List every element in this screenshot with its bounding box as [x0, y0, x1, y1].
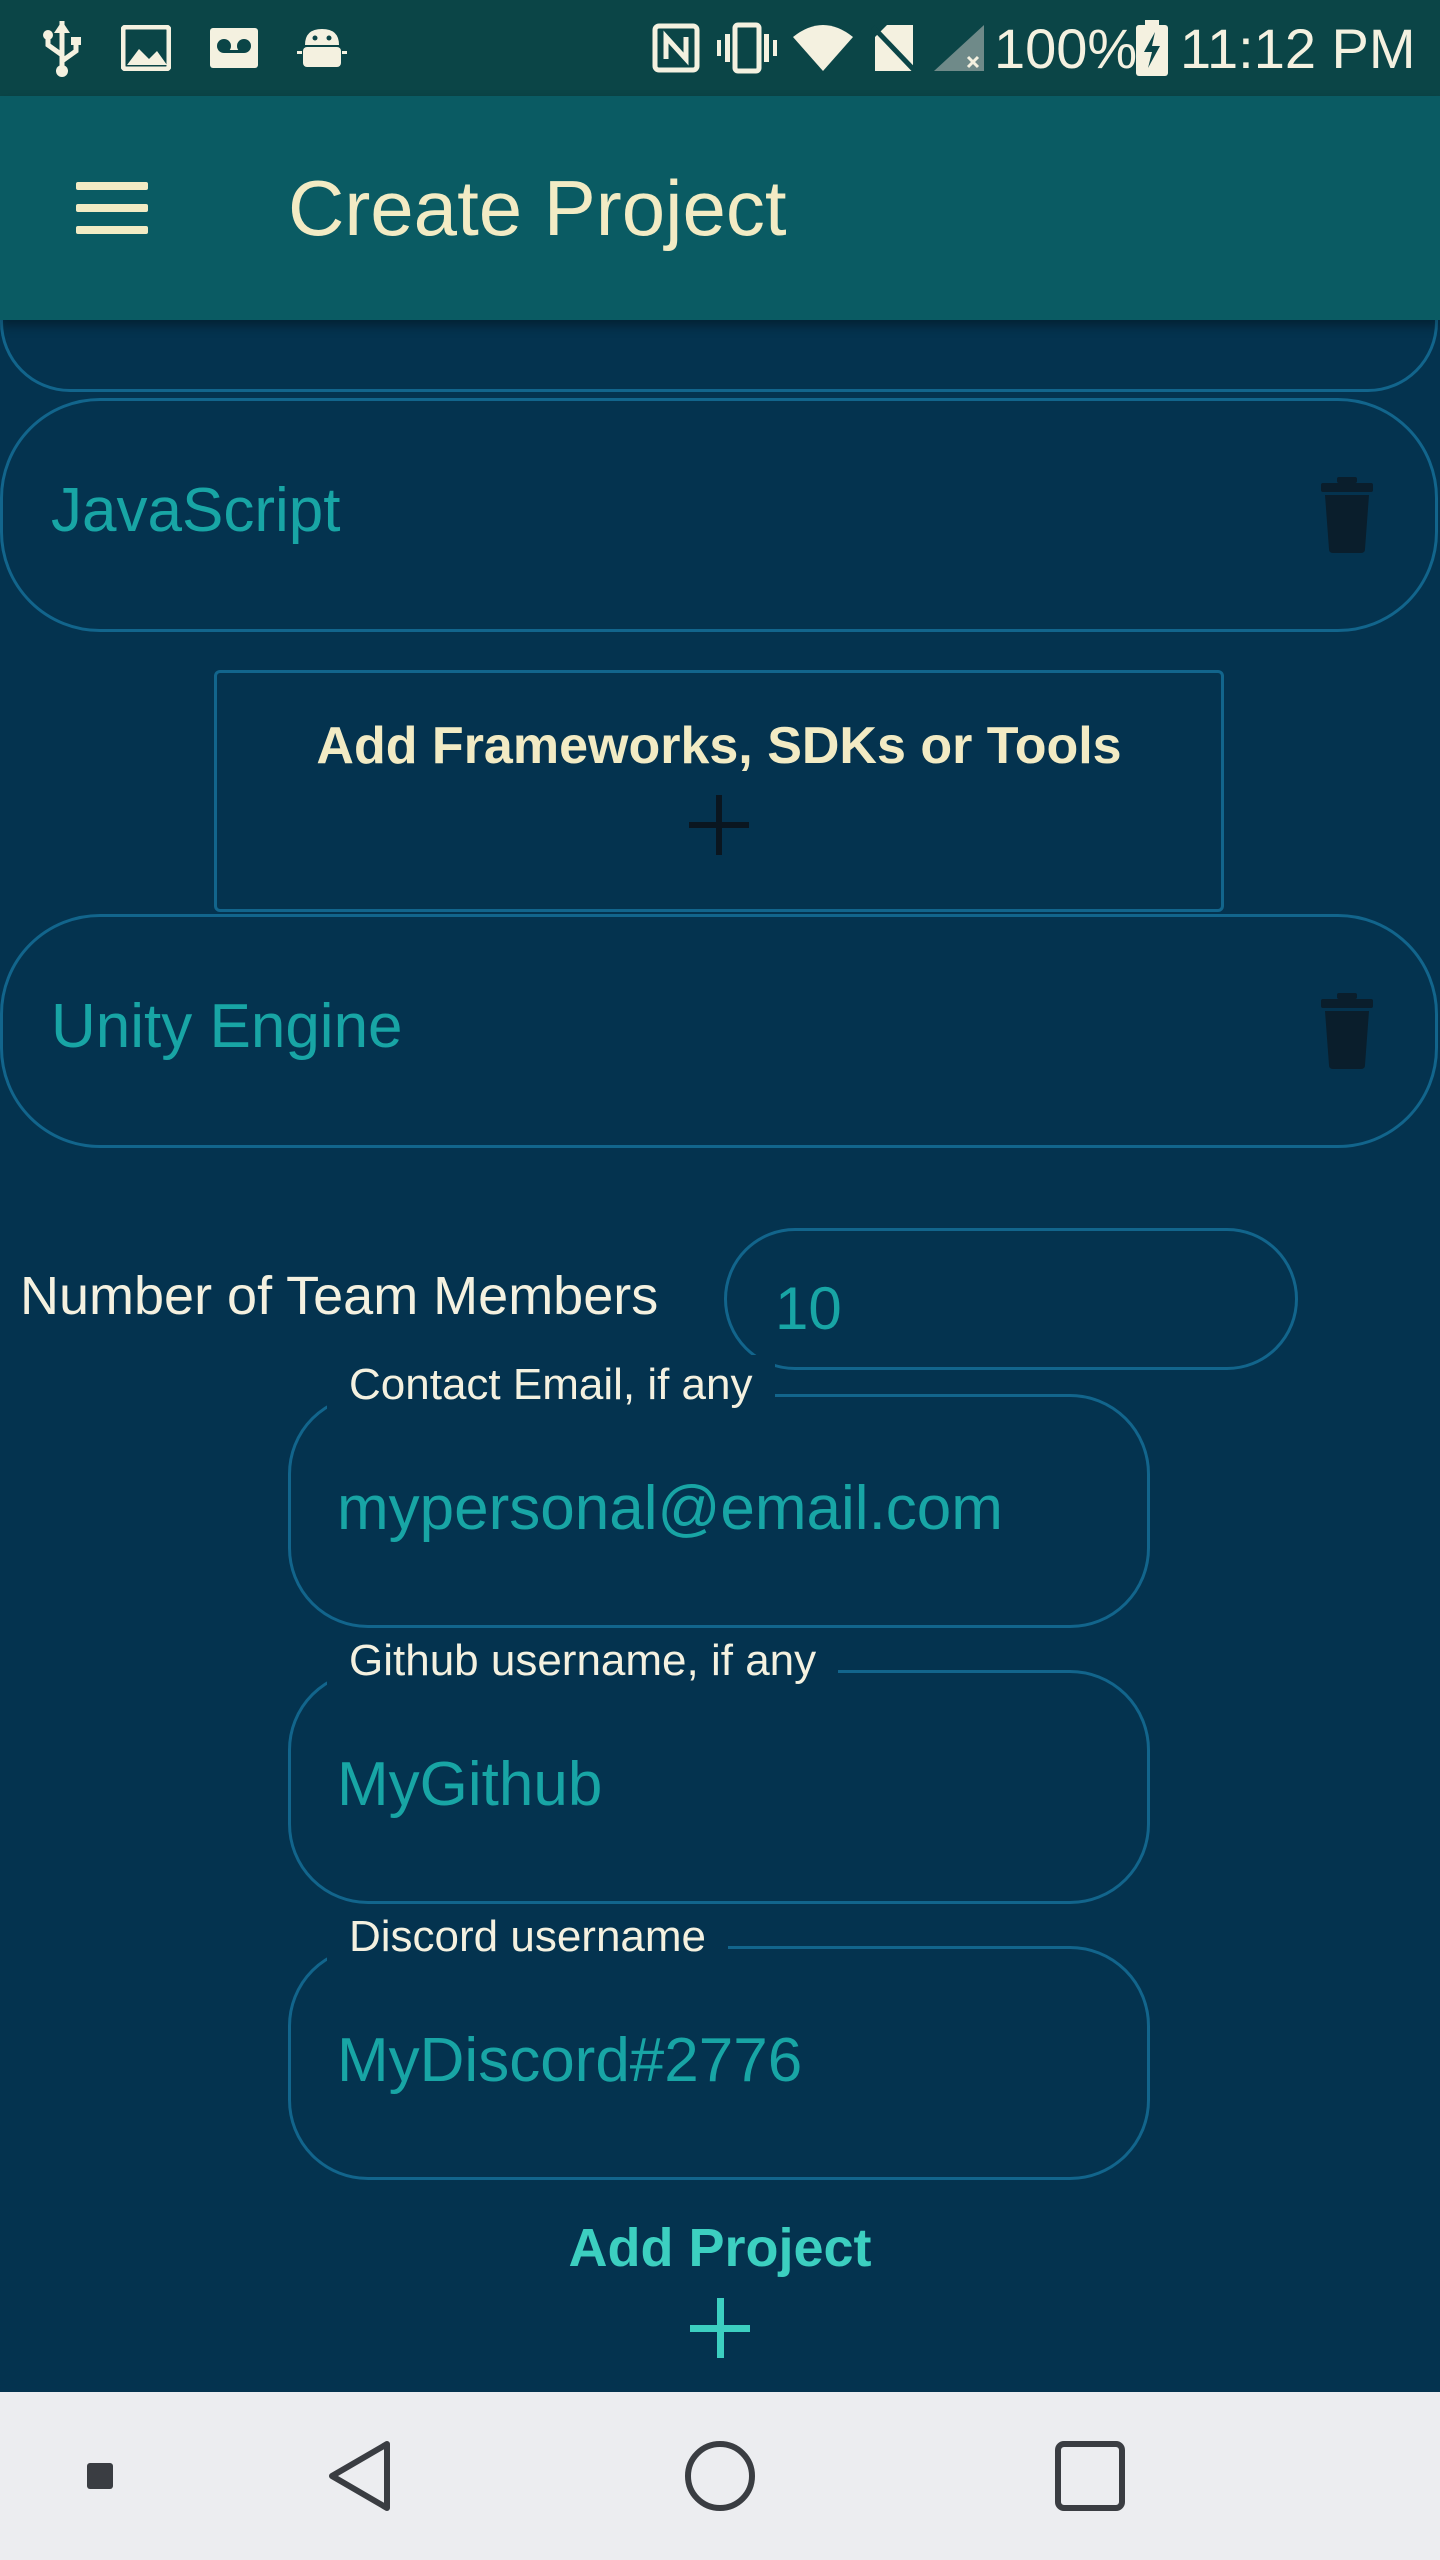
discord-field-value: MyDiscord#2776: [337, 2026, 803, 2095]
team-members-value: 10: [775, 1275, 842, 1342]
discord-field[interactable]: Discord username MyDiscord#2776: [288, 1907, 1150, 2180]
add-project-label: Add Project: [568, 2218, 872, 2278]
recent-dot-icon[interactable]: [70, 2392, 130, 2560]
home-icon[interactable]: [660, 2392, 780, 2560]
battery-charging-icon: [1132, 18, 1172, 78]
github-field-value: MyGithub: [337, 1750, 603, 1819]
add-project-button[interactable]: Add Project: [520, 2200, 920, 2370]
clock: 11:12 PM: [1180, 17, 1416, 80]
android-debug-icon: [294, 18, 350, 78]
voicemail-icon: [204, 18, 264, 78]
image-icon: [118, 18, 174, 78]
trash-icon[interactable]: [1319, 993, 1375, 1069]
vibrate-icon: [716, 18, 778, 78]
discord-field-label: Discord username: [327, 1907, 729, 1967]
email-field-label: Contact Email, if any: [327, 1355, 775, 1415]
wifi-icon: [792, 18, 854, 78]
email-field-value: mypersonal@email.com: [337, 1474, 1003, 1543]
usb-icon: [34, 18, 90, 78]
navigation-bar: [0, 2392, 1440, 2560]
back-icon[interactable]: [300, 2392, 420, 2560]
no-sim-icon: [868, 18, 920, 78]
nfc-icon: [650, 18, 702, 78]
github-field-label: Github username, if any: [327, 1631, 839, 1691]
overview-icon[interactable]: [1030, 2392, 1150, 2560]
team-members-label: Number of Team Members: [20, 1266, 659, 1326]
language-label: JavaScript: [51, 476, 341, 545]
add-frameworks-label: Add Frameworks, SDKs or Tools: [316, 717, 1122, 775]
hamburger-menu-icon[interactable]: [60, 166, 170, 250]
plus-icon: [690, 2298, 750, 2358]
signal-icon: [930, 18, 988, 78]
team-members-input[interactable]: 10: [724, 1228, 1298, 1370]
language-item[interactable]: JavaScript: [0, 398, 1438, 632]
trash-icon[interactable]: [1319, 477, 1375, 553]
framework-item[interactable]: Unity Engine: [0, 914, 1438, 1148]
battery-percent: 100%: [994, 17, 1138, 80]
page-title: Create Project: [288, 164, 787, 252]
status-bar: 100% 11:12 PM: [0, 0, 1440, 96]
add-frameworks-button[interactable]: Add Frameworks, SDKs or Tools: [214, 670, 1224, 912]
app-bar: Create Project: [0, 96, 1440, 320]
plus-icon: [689, 795, 749, 855]
framework-label: Unity Engine: [51, 992, 403, 1061]
github-field[interactable]: Github username, if any MyGithub: [288, 1631, 1150, 1904]
email-field[interactable]: Contact Email, if any mypersonal@email.c…: [288, 1355, 1150, 1628]
